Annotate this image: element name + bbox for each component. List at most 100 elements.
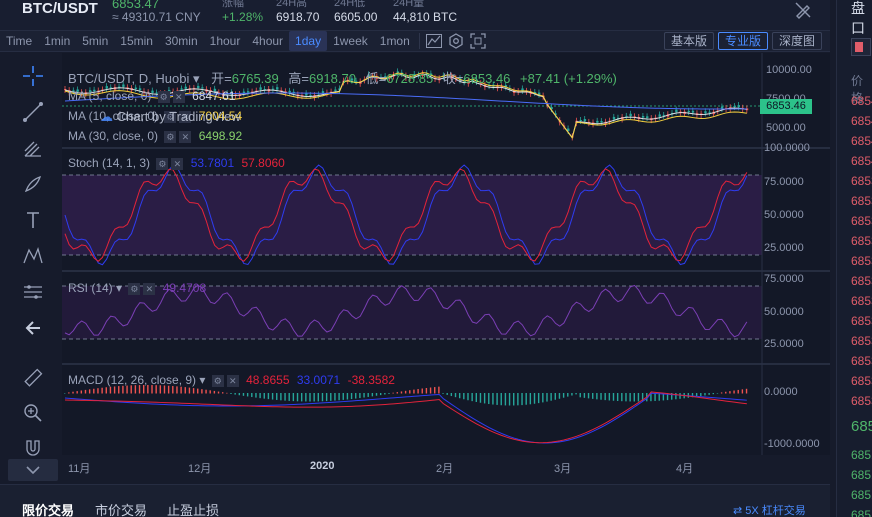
ask-row[interactable]: 6854 [851,94,872,108]
indicator-icon[interactable] [423,31,445,51]
settings-icon[interactable] [445,31,467,51]
crosshair-icon[interactable] [18,61,48,91]
leverage-link[interactable]: ⇄ 5X 杠杆交易 [733,502,806,517]
settings-icon[interactable]: ⚙ [211,374,224,387]
orderbook-panel: 盘口 价格 6854685468546854685368536853685368… [836,0,872,517]
pro-version-button[interactable]: 专业版 [717,32,768,50]
interval-1mon[interactable]: 1mon [374,31,416,51]
symbol-label[interactable]: BTC/USDT, D, Huobi [68,71,189,86]
pen-off-icon[interactable] [793,0,815,20]
macd-hist-bar [176,386,178,394]
kline-chart[interactable]: BTC/USDT, D, Huobi ▾ 开=6765.39 高=6918.70… [62,53,830,475]
macd-hist-bar [64,393,66,394]
macd-hist-bar [88,389,91,394]
y-axis-label: -1000.0000 [764,438,820,450]
macd-hist-bar [355,393,357,399]
ask-row[interactable]: 6853 [851,354,872,368]
macd-hist-bar [404,390,407,394]
macd-hist-bar [172,386,174,394]
chevron-down-icon[interactable]: ▾ [199,373,205,387]
ruler-icon[interactable] [18,363,48,393]
depth-chart-button[interactable]: 深度图 [771,32,822,50]
settings-icon[interactable]: ⚙ [156,157,169,170]
bid-row[interactable]: 6851 [851,468,872,482]
change-value: +1.28% [222,10,264,24]
macd-hist-bar [342,393,344,400]
interval-5min[interactable]: 5min [76,31,114,51]
macd-hist-bar [309,393,311,402]
ask-row[interactable]: 6853 [851,294,872,308]
ask-row[interactable]: 6853 [851,174,872,188]
macd-hist-bar [97,388,99,394]
chevron-down-icon[interactable]: ▾ [116,281,122,295]
interval-1day[interactable]: 1day [289,31,328,51]
close-icon[interactable]: ✕ [179,130,192,143]
orderbook-view-toggle[interactable] [851,38,871,56]
ask-row[interactable]: 6853 [851,374,872,388]
macd-hist-bar [475,393,477,402]
interval-1hour[interactable]: 1hour [204,31,247,51]
tab-limit-order[interactable]: 限价交易 [22,500,74,517]
low-value: 6728.85 [386,71,434,86]
macd-hist-bar [479,393,482,403]
ask-row[interactable]: 6853 [851,194,872,208]
close-icon[interactable]: ✕ [143,282,156,295]
text-tool-icon[interactable] [18,205,48,235]
chevron-down-icon [26,466,40,475]
bid-row[interactable]: 6851 [851,508,872,517]
macd-hist-bar [496,393,498,405]
measure-icon[interactable] [18,277,48,307]
ask-row[interactable]: 6853 [851,254,872,268]
ask-row[interactable]: 6854 [851,134,872,148]
ask-row[interactable]: 6853 [851,394,872,408]
ask-row[interactable]: 6854 [851,114,872,128]
close-icon[interactable]: ✕ [172,90,185,103]
tab-stop-order[interactable]: 止盈止损 [167,500,219,517]
close-icon[interactable]: ✕ [226,374,239,387]
interval-4hour[interactable]: 4hour [246,31,289,51]
interval-30min[interactable]: 30min [159,31,204,51]
tab-market-order[interactable]: 市价交易 [95,500,147,517]
bid-row[interactable]: 6851 [851,488,872,502]
low-label: 低= [365,71,387,86]
ma5-legend: MA (5, close, 0) ⚙ ✕ 6847.61 [68,89,235,103]
pitchfork-icon[interactable] [18,133,48,163]
macd-hist-bar [263,393,265,399]
macd-hist-bar [305,393,307,402]
ask-row[interactable]: 6853 [851,214,872,228]
ask-row[interactable]: 6853 [851,334,872,348]
ask-row[interactable]: 6853 [851,314,872,328]
settings-icon[interactable]: ⚙ [164,130,177,143]
zoom-in-icon[interactable] [18,398,48,428]
fullscreen-icon[interactable] [467,31,489,51]
interval-1min[interactable]: 1min [38,31,76,51]
chevron-down-icon[interactable]: ▾ [193,71,200,86]
ask-row[interactable]: 6854 [851,154,872,168]
settings-icon[interactable]: ⚙ [128,282,141,295]
macd-hist-bar [313,393,315,402]
macd-hist-bar [192,388,195,394]
basic-version-button[interactable]: 基本版 [663,32,714,50]
y-axis-label: 25.0000 [764,242,804,254]
collapse-toolbar-button[interactable] [8,459,58,481]
bid-row[interactable]: 6851 [851,448,872,462]
ma30-value: 6498.92 [198,129,243,143]
brush-icon[interactable] [18,169,48,199]
stoch-d-value: 57.8060 [241,156,285,170]
ask-row[interactable]: 6853 [851,274,872,288]
ask-row[interactable]: 6853 [851,234,872,248]
pair-name[interactable]: BTC/USDT [22,0,98,17]
close-icon[interactable]: ✕ [171,157,184,170]
cny-price: ≈ 49310.71 CNY [112,10,201,24]
back-arrow-icon[interactable] [18,313,48,343]
settings-icon[interactable]: ⚙ [157,90,170,103]
interval-time[interactable]: Time [0,31,38,51]
macd-hist-bar [93,388,95,394]
pattern-icon[interactable] [18,241,48,271]
macd-hist-bar [350,393,353,400]
interval-1week[interactable]: 1week [327,31,374,51]
interval-15min[interactable]: 15min [114,31,159,51]
rsi-value: 49.4708 [162,281,207,295]
trend-line-icon[interactable] [18,97,48,127]
macd-hist-bar [458,393,461,399]
